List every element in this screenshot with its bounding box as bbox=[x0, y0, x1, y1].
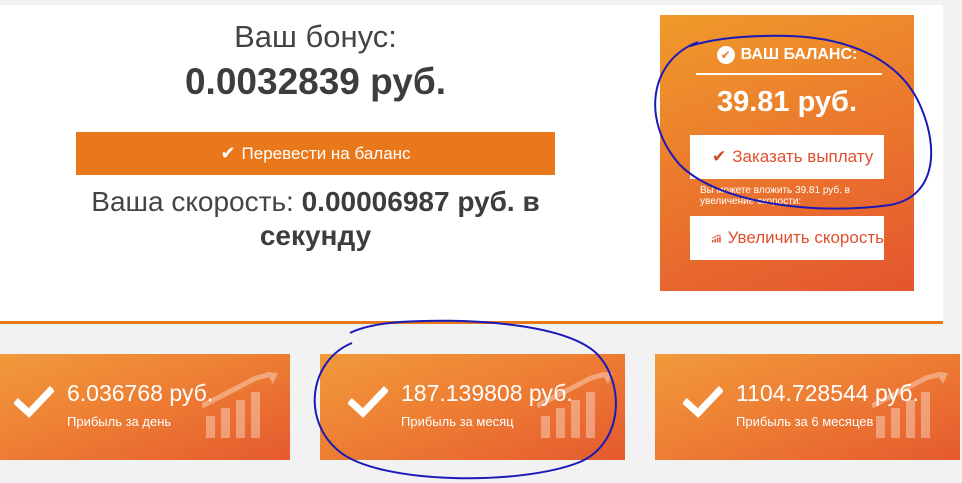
profit-label: Прибыль за день bbox=[67, 414, 172, 429]
speed-value: 0.00006987 руб. в секунду bbox=[259, 186, 540, 251]
transfer-button-label: Перевести на баланс bbox=[241, 143, 411, 163]
bonus-value: 0.0032839 руб. bbox=[184, 61, 446, 102]
check-icon: ✔ bbox=[220, 143, 236, 163]
balance-amount: 39.81 руб. bbox=[716, 86, 858, 118]
profit-card-month: 187.139808 руб. Прибыль за месяц bbox=[320, 354, 625, 460]
profit-card-day: 6.036768 руб. Прибыль за день bbox=[0, 354, 290, 460]
check-icon bbox=[14, 386, 54, 418]
check-icon bbox=[348, 386, 388, 418]
profit-label: Прибыль за месяц bbox=[401, 414, 514, 429]
balance-title-underline bbox=[696, 73, 882, 75]
transfer-to-balance-button[interactable]: ✔ Перевести на баланс bbox=[76, 132, 555, 175]
bar-chart-icon bbox=[537, 372, 613, 438]
profit-label: Прибыль за 6 месяцев bbox=[736, 414, 874, 429]
speed-label: Ваша скорость: bbox=[91, 186, 294, 217]
balance-title-text: ВАШ БАЛАНС: bbox=[740, 46, 858, 63]
bar-chart-icon bbox=[202, 372, 278, 438]
check-icon bbox=[683, 386, 723, 418]
bar-chart-icon bbox=[712, 234, 721, 242]
profit-amount: 6.036768 руб. bbox=[67, 380, 214, 406]
invest-note: Вы можете вложить 39.81 руб. в увеличени… bbox=[700, 185, 850, 207]
order-payout-label: Заказать выплату bbox=[732, 147, 874, 166]
order-payout-button[interactable]: ✔ Заказать выплату bbox=[690, 135, 884, 179]
speed-text: Ваша скорость: 0.00006987 руб. в секунду bbox=[40, 185, 591, 253]
balance-title: ✔ ВАШ БАЛАНС: bbox=[660, 46, 914, 64]
increase-speed-button[interactable]: Увеличить скорость bbox=[690, 216, 884, 260]
bonus-label: Ваш бонус: bbox=[234, 19, 397, 54]
balance-box: ✔ ВАШ БАЛАНС: 39.81 руб. ✔ Заказать выпл… bbox=[660, 15, 914, 291]
profit-card-6-months: 1104.728544 руб. Прибыль за 6 месяцев bbox=[655, 354, 960, 460]
increase-speed-label: Увеличить скорость bbox=[727, 228, 884, 247]
check-icon: ✔ bbox=[712, 147, 727, 166]
section-divider bbox=[0, 321, 943, 324]
check-circle-icon: ✔ bbox=[716, 46, 735, 64]
bar-chart-icon bbox=[872, 372, 948, 438]
